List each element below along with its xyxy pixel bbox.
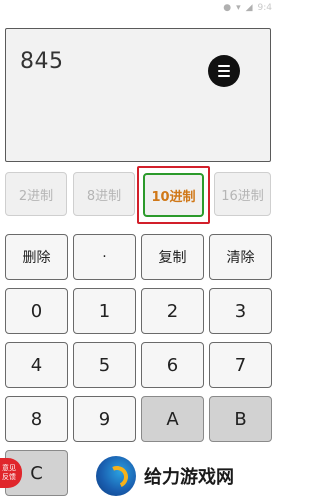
display-value: 845 (20, 49, 64, 74)
signal-icon: ◢ (245, 3, 253, 13)
base-selector: 2进制 8进制 10进制 16进制 (0, 166, 276, 226)
base-8-button[interactable]: 8进制 (73, 172, 135, 216)
digit-3-button[interactable]: 3 (209, 288, 272, 334)
status-time: 9:4 (257, 3, 272, 13)
status-bar: ● ▾ ◢ 9:4 (0, 0, 276, 18)
base-2-button[interactable]: 2进制 (5, 172, 67, 216)
copy-button[interactable]: 复制 (141, 234, 204, 280)
digit-0-button[interactable]: 0 (5, 288, 68, 334)
clear-button[interactable]: 清除 (209, 234, 272, 280)
base-16-button[interactable]: 16进制 (214, 172, 271, 216)
digit-9-button[interactable]: 9 (73, 396, 136, 442)
ad-banner[interactable]: 给力游戏网 (90, 452, 276, 500)
hex-b-button[interactable]: B (209, 396, 272, 442)
wifi-icon: ▾ (236, 3, 241, 13)
digit-8-button[interactable]: 8 (5, 396, 68, 442)
delete-button[interactable]: 删除 (5, 234, 68, 280)
base-10-button[interactable]: 10进制 (143, 173, 204, 217)
digit-6-button[interactable]: 6 (141, 342, 204, 388)
site-logo-icon (96, 456, 136, 496)
ad-text: 给力游戏网 (144, 467, 234, 488)
hex-a-button[interactable]: A (141, 396, 204, 442)
digit-1-button[interactable]: 1 (73, 288, 136, 334)
selected-highlight-box: 10进制 (137, 166, 210, 224)
digit-7-button[interactable]: 7 (209, 342, 272, 388)
menu-icon (218, 65, 230, 67)
digit-5-button[interactable]: 5 (73, 342, 136, 388)
dot-button[interactable]: · (73, 234, 136, 280)
digit-2-button[interactable]: 2 (141, 288, 204, 334)
menu-button[interactable] (208, 55, 240, 87)
status-icons: ● ▾ ◢ 9:4 (223, 2, 272, 14)
location-icon: ● (223, 3, 232, 13)
digit-4-button[interactable]: 4 (5, 342, 68, 388)
result-display: 845 (5, 28, 271, 162)
